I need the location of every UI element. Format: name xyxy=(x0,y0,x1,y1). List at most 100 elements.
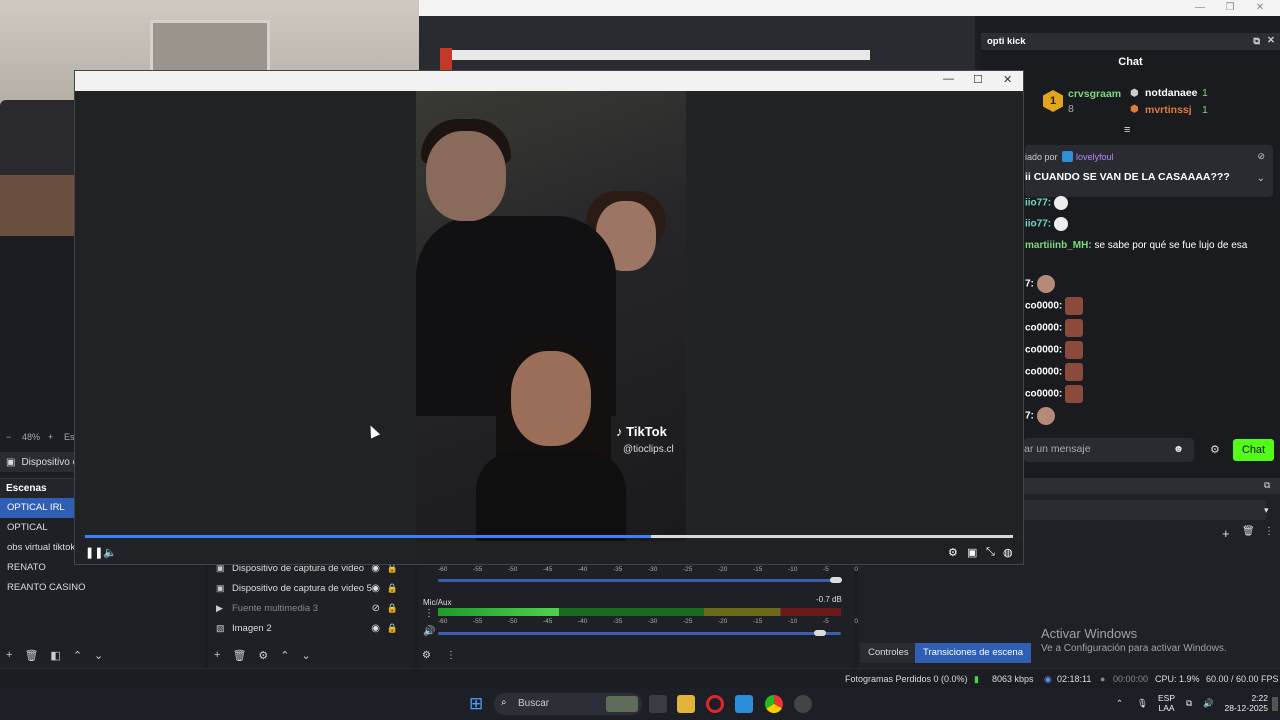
add-icon[interactable]: + xyxy=(1222,526,1230,541)
source-row[interactable]: ▧ Imagen 2 ◉ 🔒 xyxy=(208,618,414,638)
zoom-level: 48% xyxy=(22,432,41,442)
eye-hidden-icon[interactable]: ⊘ xyxy=(372,603,380,614)
undock-icon[interactable]: ⧉ xyxy=(1264,480,1270,491)
move-up-icon[interactable]: ⌃ xyxy=(73,649,82,662)
chat-username[interactable]: iio77: xyxy=(1025,198,1051,209)
emoji-icon[interactable]: ☻ xyxy=(1173,443,1184,455)
move-down-icon[interactable]: ⌄ xyxy=(302,649,311,662)
chat-input[interactable]: ar un mensaje ☻ xyxy=(1024,438,1194,462)
task-view-icon[interactable] xyxy=(649,695,667,713)
leader-name[interactable]: notdanaee xyxy=(1145,87,1198,99)
lock-icon[interactable]: 🔒 xyxy=(387,603,398,614)
close-icon[interactable]: ✕ xyxy=(1267,35,1275,46)
chat-send-button[interactable]: Chat xyxy=(1233,439,1274,461)
microphone-icon[interactable]: 🎙 xyxy=(1137,698,1148,708)
eye-icon[interactable]: ◉ xyxy=(371,583,380,594)
kebab-icon[interactable]: ⋮ xyxy=(1264,526,1274,537)
file-explorer-icon[interactable] xyxy=(677,695,695,713)
minimize-icon[interactable]: — xyxy=(1185,0,1215,16)
close-icon[interactable]: ✕ xyxy=(1003,73,1012,86)
dock-header: opti kick ⧉ ✕ xyxy=(981,33,1280,50)
chat-message: martiiinb_MH: se sabe por qué se fue luj… xyxy=(1025,240,1247,251)
opera-icon[interactable] xyxy=(706,695,724,713)
lock-icon[interactable]: 🔒 xyxy=(387,623,398,634)
chrome-icon[interactable] xyxy=(765,695,783,713)
eye-icon[interactable]: ◉ xyxy=(371,623,380,634)
maximize-icon[interactable]: ☐ xyxy=(973,73,983,86)
chat-username[interactable]: martiiinb_MH: xyxy=(1025,240,1092,251)
close-icon[interactable]: ✕ xyxy=(1245,0,1275,16)
scale-tick: -55 xyxy=(473,618,483,625)
pinned-message[interactable]: iado por lovelyfoul ii CUANDO SE VAN DE … xyxy=(1025,145,1273,197)
video-frame[interactable]: ♪ TikTok @tioclips.cl xyxy=(416,91,686,541)
taskbar-search[interactable]: ⌕ Buscar xyxy=(494,693,642,715)
captions-icon[interactable]: ◍ xyxy=(1003,546,1013,559)
scale-tick: -25 xyxy=(683,618,693,625)
restore-icon[interactable]: ❐ xyxy=(1215,0,1245,16)
expand-icon[interactable]: ≡ xyxy=(1124,124,1130,136)
unpin-icon[interactable]: ⊘ xyxy=(1257,151,1265,162)
trash-icon[interactable]: 🗑 xyxy=(1242,526,1255,537)
leader-name[interactable]: mvrtinssj xyxy=(1145,104,1192,116)
zoom-out-button[interactable]: − xyxy=(6,432,11,442)
gear-icon[interactable]: ⚙ xyxy=(258,649,268,662)
chat-text: se sabe por qué se fue lujo de esa xyxy=(1094,240,1248,251)
chat-username[interactable]: co0000: xyxy=(1025,323,1062,334)
link-icon[interactable]: ⚙ xyxy=(422,650,431,661)
minimize-icon[interactable]: — xyxy=(943,73,954,85)
gear-icon[interactable]: ⚙ xyxy=(1210,443,1220,456)
pause-icon[interactable]: ❚❚ xyxy=(85,546,103,559)
source-row[interactable]: ▣ Dispositivo de captura de video 5 ◉ 🔒 xyxy=(208,578,414,598)
pip-icon[interactable]: ▣ xyxy=(967,546,977,559)
chevron-up-icon[interactable]: ⌃ xyxy=(1116,698,1123,708)
speaker-icon[interactable]: 🔊 xyxy=(1203,698,1214,708)
windows-start-icon[interactable]: ⊞ xyxy=(469,694,483,714)
chat-message: iio77: xyxy=(1025,217,1068,231)
gear-icon[interactable]: ⚙ xyxy=(948,546,958,559)
network-icon[interactable]: ⧉ xyxy=(1186,698,1192,708)
scale-tick: -50 xyxy=(508,618,518,625)
chat-username[interactable]: co0000: xyxy=(1025,367,1062,378)
add-source-button[interactable]: + xyxy=(214,649,220,662)
tab-transitions[interactable]: Transiciones de escena xyxy=(915,643,1031,663)
kebab-icon[interactable]: ⋮ xyxy=(424,608,434,619)
trash-icon[interactable]: 🗑 xyxy=(24,649,38,662)
kebab-icon[interactable]: ⋮ xyxy=(446,650,456,661)
add-scene-button[interactable]: + xyxy=(6,649,12,662)
app-f-icon[interactable] xyxy=(735,695,753,713)
clock[interactable]: 2:22 28-12-2025 xyxy=(1224,693,1268,713)
mic-volume-knob[interactable] xyxy=(814,630,826,636)
volume-icon[interactable]: 🔈 xyxy=(103,546,117,559)
zoom-in-button[interactable]: + xyxy=(48,432,53,442)
lock-icon[interactable]: 🔒 xyxy=(387,583,398,594)
filter-icon[interactable]: ◧ xyxy=(50,649,60,662)
chat-username[interactable]: co0000: xyxy=(1025,389,1062,400)
chevron-down-icon[interactable]: ▾ xyxy=(1264,505,1269,516)
speaker-icon[interactable]: 🔊 xyxy=(423,626,435,637)
chat-username[interactable]: iio77: xyxy=(1025,219,1051,230)
scale-tick: -40 xyxy=(578,618,588,625)
obs-icon[interactable] xyxy=(794,695,812,713)
volume-knob[interactable] xyxy=(830,577,842,583)
trash-icon[interactable]: 🗑 xyxy=(232,649,246,662)
move-down-icon[interactable]: ⌄ xyxy=(94,649,103,662)
pinned-by-user[interactable]: lovelyfoul xyxy=(1076,152,1114,162)
chat-username[interactable]: 7: xyxy=(1025,411,1034,422)
signal-icon: ▮ xyxy=(974,674,979,684)
move-up-icon[interactable]: ⌃ xyxy=(280,649,289,662)
language-indicator[interactable]: ESP LAA xyxy=(1158,693,1175,713)
source-row[interactable]: ▶ Fuente multimedia 3 ⊘ 🔒 xyxy=(208,598,414,618)
chat-username[interactable]: co0000: xyxy=(1025,301,1062,312)
show-desktop-button[interactable] xyxy=(1272,697,1278,711)
chevron-down-icon[interactable]: ⌄ xyxy=(1257,173,1265,184)
leader-name[interactable]: crvsgraam xyxy=(1068,88,1121,100)
chat-username[interactable]: co0000: xyxy=(1025,345,1062,356)
undock-icon[interactable]: ⧉ xyxy=(1253,36,1260,47)
scene-item[interactable]: REANTO CASINO xyxy=(0,578,205,598)
chat-username[interactable]: 7: xyxy=(1025,279,1034,290)
fullscreen-exit-icon[interactable]: ⤡ xyxy=(986,546,995,559)
tab-controls[interactable]: Controles xyxy=(860,643,917,663)
volume-slider[interactable] xyxy=(438,579,841,582)
mic-volume-slider[interactable] xyxy=(438,632,841,635)
player-letterbox-left xyxy=(75,91,416,564)
